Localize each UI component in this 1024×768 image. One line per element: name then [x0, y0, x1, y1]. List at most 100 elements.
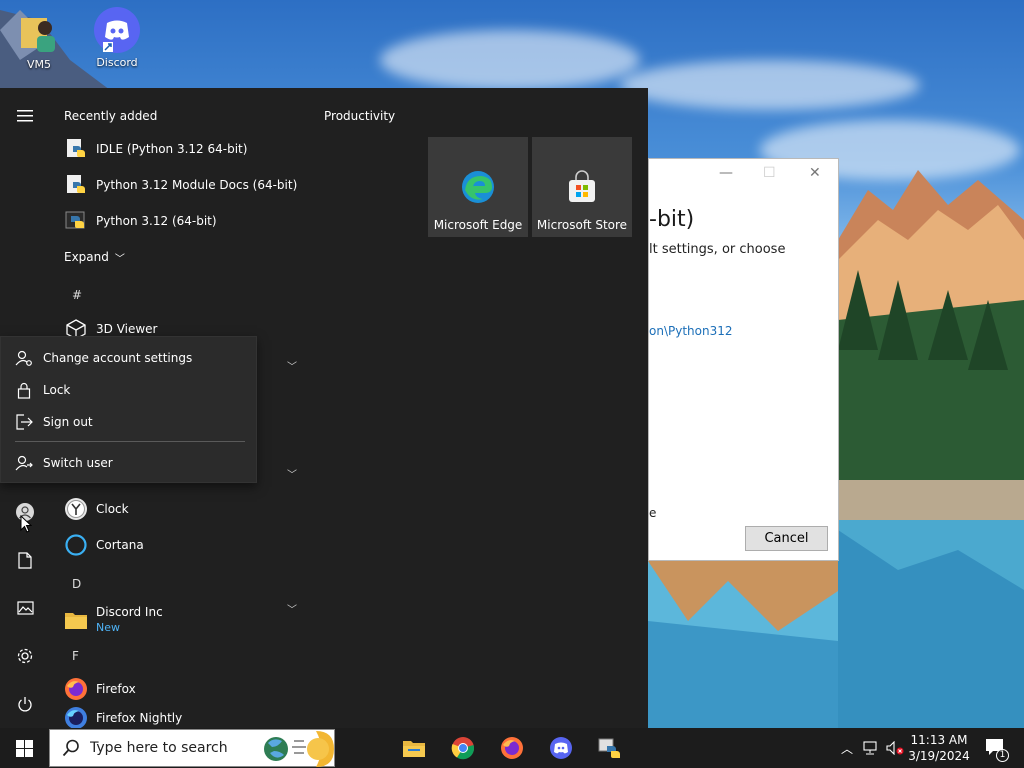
sign-out-item[interactable]: Sign out	[1, 407, 258, 437]
settings-button[interactable]	[10, 641, 40, 671]
dialog-subtext: lt settings, or choose	[649, 242, 786, 257]
python-icon	[64, 209, 88, 233]
taskbar-search-box[interactable]	[49, 729, 335, 767]
taskbar-file-explorer[interactable]	[392, 728, 436, 768]
desktop-icon-discord[interactable]: Discord	[82, 6, 152, 69]
search-highlight-icon	[264, 731, 334, 767]
productivity-group-title[interactable]: Productivity	[324, 109, 395, 123]
file-explorer-icon	[403, 741, 425, 757]
python-installer-icon	[598, 738, 620, 758]
tile-microsoft-store[interactable]: Microsoft Store	[532, 137, 632, 237]
mountain-scenery	[838, 170, 1024, 728]
dialog-option-text: e	[649, 506, 657, 520]
python-idle-icon	[64, 137, 88, 161]
documents-button[interactable]	[10, 545, 40, 575]
search-input[interactable]	[90, 740, 260, 756]
tile-label: Microsoft Store	[536, 218, 628, 232]
cancel-button[interactable]: Cancel	[745, 526, 828, 551]
volume-muted-icon	[886, 741, 904, 755]
app-label: Clock	[96, 502, 129, 516]
cortana-icon	[64, 533, 88, 557]
flyout-label: Switch user	[43, 456, 113, 470]
python-docs-icon	[64, 173, 88, 197]
app-item-python[interactable]: Python 3.12 (64-bit)	[64, 205, 217, 237]
letter-header-f[interactable]: F	[72, 649, 79, 663]
maximize-icon[interactable]: ☐	[763, 165, 776, 181]
notification-count-badge: 1	[996, 749, 1009, 762]
app-label: Discord Inc	[96, 605, 163, 619]
app-label: Cortana	[96, 538, 144, 552]
firefox-icon	[501, 737, 523, 759]
switch-user-item[interactable]: Switch user	[1, 448, 258, 478]
app-item-clock[interactable]: Clock	[64, 493, 129, 525]
account-settings-icon	[15, 349, 33, 367]
taskbar-python-installer[interactable]	[588, 728, 632, 768]
desktop-icon-label: Discord	[96, 56, 138, 69]
chevron-down-icon[interactable]: ﹀	[287, 358, 297, 373]
clock-icon	[64, 497, 88, 521]
firefox-icon	[64, 677, 88, 701]
app-label: Firefox Nightly	[96, 711, 183, 725]
document-icon	[18, 551, 32, 569]
show-hidden-icons-button[interactable]: ︿	[836, 728, 858, 768]
desktop-icon-label: VM5	[26, 58, 51, 71]
sign-out-icon	[15, 413, 33, 431]
chevron-down-icon[interactable]: ﹀	[287, 466, 297, 481]
expand-button[interactable]: Expand ﹀	[64, 241, 125, 273]
app-label: Python 3.12 (64-bit)	[96, 214, 217, 228]
volume-button[interactable]	[884, 728, 906, 768]
discord-icon	[550, 737, 572, 759]
dialog-heading: -bit)	[649, 207, 695, 232]
gear-icon	[17, 648, 33, 664]
app-item-firefox[interactable]: Firefox	[64, 673, 136, 705]
recently-added-title: Recently added	[64, 109, 158, 123]
folder-icon	[64, 608, 88, 632]
letter-header-d[interactable]: D	[72, 577, 81, 591]
clock-button[interactable]: 11:13 AM 3/19/2024	[908, 728, 970, 768]
close-icon[interactable]: ✕	[809, 165, 821, 181]
start-button[interactable]	[0, 728, 48, 768]
letter-header-hash[interactable]: #	[72, 288, 82, 302]
chevron-down-icon[interactable]: ﹀	[287, 601, 297, 616]
firefox-nightly-icon	[64, 706, 88, 728]
action-center-button[interactable]: 1	[978, 728, 1014, 768]
clock-date: 3/19/2024	[908, 749, 970, 763]
network-button[interactable]	[860, 728, 882, 768]
hamburger-menu-button[interactable]	[10, 101, 40, 131]
taskbar-chrome[interactable]	[441, 728, 485, 768]
power-icon	[18, 697, 32, 712]
folder-user-icon	[15, 8, 63, 56]
power-button[interactable]	[10, 689, 40, 719]
app-item-discord-inc[interactable]: Discord Inc New	[64, 600, 163, 640]
install-path-link[interactable]: on\Python312	[649, 324, 733, 338]
search-icon	[62, 739, 79, 757]
new-badge: New	[96, 621, 120, 634]
pictures-button[interactable]	[10, 593, 40, 623]
flyout-label: Lock	[43, 383, 71, 397]
chevron-up-icon: ︿	[840, 741, 853, 756]
tile-microsoft-edge[interactable]: Microsoft Edge	[428, 137, 528, 237]
lock-item[interactable]: Lock	[1, 375, 258, 405]
edge-icon	[462, 171, 494, 203]
app-item-firefox-nightly[interactable]: Firefox Nightly	[64, 702, 182, 728]
change-account-settings-item[interactable]: Change account settings	[1, 343, 258, 373]
expand-label: Expand	[64, 250, 109, 264]
switch-user-icon	[15, 454, 33, 472]
app-item-python-docs[interactable]: Python 3.12 Module Docs (64-bit)	[64, 169, 297, 201]
tile-label: Microsoft Edge	[433, 218, 523, 232]
chrome-icon	[451, 737, 475, 760]
app-item-text: Discord Inc New	[96, 604, 163, 636]
app-item-cortana[interactable]: Cortana	[64, 529, 144, 561]
flyout-separator	[15, 441, 245, 442]
account-flyout: Change account settings Lock Sign out Sw…	[0, 336, 257, 483]
windows-logo-icon	[15, 739, 33, 757]
app-item-idle[interactable]: IDLE (Python 3.12 64-bit)	[64, 133, 247, 165]
desktop-icon-vm5[interactable]: VM5	[4, 8, 74, 71]
discord-icon	[93, 6, 141, 54]
taskbar-discord[interactable]	[539, 728, 583, 768]
flyout-label: Sign out	[43, 415, 93, 429]
minimize-icon[interactable]: —	[719, 165, 733, 181]
app-label: 3D Viewer	[96, 322, 158, 336]
taskbar-firefox[interactable]	[490, 728, 534, 768]
app-label: Firefox	[96, 682, 136, 696]
